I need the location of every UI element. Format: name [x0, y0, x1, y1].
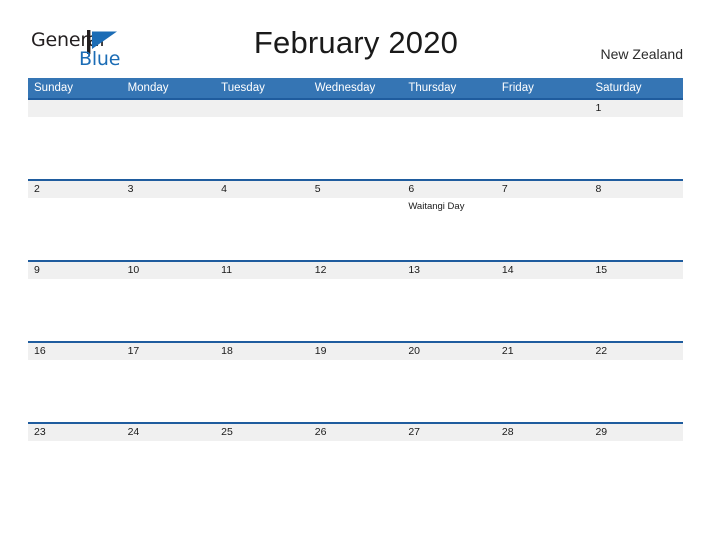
- day-number[interactable]: 25: [215, 424, 309, 441]
- week-date-band: 16 17 18 19 20 21 22: [28, 343, 683, 360]
- week-event-band: Waitangi Day: [28, 198, 683, 260]
- day-event: [122, 198, 216, 260]
- day-number[interactable]: [496, 100, 590, 117]
- day-number[interactable]: 7: [496, 181, 590, 198]
- day-event: [589, 441, 683, 503]
- day-event: [309, 198, 403, 260]
- day-number[interactable]: 15: [589, 262, 683, 279]
- day-event: [28, 198, 122, 260]
- day-number[interactable]: [28, 100, 122, 117]
- day-event: [28, 117, 122, 179]
- calendar-grid: Sunday Monday Tuesday Wednesday Thursday…: [28, 78, 683, 503]
- week-row: 23 24 25 26 27 28 29: [28, 422, 683, 503]
- weekday-header-thursday: Thursday: [408, 82, 457, 94]
- day-event: [215, 360, 309, 422]
- day-event: [309, 279, 403, 341]
- day-number[interactable]: [309, 100, 403, 117]
- day-number[interactable]: 10: [122, 262, 216, 279]
- day-event: [589, 198, 683, 260]
- week-row: 1: [28, 98, 683, 179]
- day-number[interactable]: 19: [309, 343, 403, 360]
- day-event: [28, 360, 122, 422]
- day-number[interactable]: 21: [496, 343, 590, 360]
- day-event-waitangi-day: Waitangi Day: [408, 201, 465, 212]
- week-row: 2 3 4 5 6 7 8 Waitangi Day: [28, 179, 683, 260]
- day-event: [28, 441, 122, 503]
- day-event: [496, 441, 590, 503]
- day-event: [309, 117, 403, 179]
- day-event: [122, 360, 216, 422]
- weekday-header-saturday: Saturday: [595, 82, 642, 94]
- calendar-page: General Blue February 2020 New Zealand S…: [0, 0, 712, 550]
- day-event: [309, 441, 403, 503]
- week-date-band: 23 24 25 26 27 28 29: [28, 424, 683, 441]
- day-event: [28, 279, 122, 341]
- week-date-band: 9 10 11 12 13 14 15: [28, 262, 683, 279]
- day-number[interactable]: 12: [309, 262, 403, 279]
- page-header: General Blue February 2020 New Zealand: [0, 0, 712, 78]
- day-number[interactable]: [215, 100, 309, 117]
- day-number[interactable]: 18: [215, 343, 309, 360]
- day-number[interactable]: 23: [28, 424, 122, 441]
- day-number[interactable]: 4: [215, 181, 309, 198]
- day-event: [309, 360, 403, 422]
- day-number[interactable]: 2: [28, 181, 122, 198]
- region-label: New Zealand: [600, 46, 684, 62]
- day-event: [496, 279, 590, 341]
- weekday-header-sunday: Sunday: [34, 82, 74, 94]
- day-event: [496, 117, 590, 179]
- day-number[interactable]: 26: [309, 424, 403, 441]
- day-number[interactable]: 29: [589, 424, 683, 441]
- day-event: [589, 360, 683, 422]
- day-number[interactable]: 28: [496, 424, 590, 441]
- day-event: [589, 117, 683, 179]
- day-number[interactable]: 14: [496, 262, 590, 279]
- day-number[interactable]: 5: [309, 181, 403, 198]
- day-number[interactable]: 20: [402, 343, 496, 360]
- day-number[interactable]: 11: [215, 262, 309, 279]
- day-event: [496, 360, 590, 422]
- day-number[interactable]: 24: [122, 424, 216, 441]
- weekday-header-tuesday: Tuesday: [221, 82, 265, 94]
- day-number[interactable]: [122, 100, 216, 117]
- day-event: [496, 198, 590, 260]
- day-number[interactable]: 27: [402, 424, 496, 441]
- week-event-band: [28, 279, 683, 341]
- day-number[interactable]: [402, 100, 496, 117]
- day-event: [402, 360, 496, 422]
- day-number[interactable]: 9: [28, 262, 122, 279]
- week-event-band: [28, 117, 683, 179]
- day-number[interactable]: 16: [28, 343, 122, 360]
- day-number[interactable]: 3: [122, 181, 216, 198]
- weekday-header-wednesday: Wednesday: [314, 82, 376, 94]
- day-event: [402, 279, 496, 341]
- week-date-band: 2 3 4 5 6 7 8: [28, 181, 683, 198]
- day-number[interactable]: 13: [402, 262, 496, 279]
- day-number[interactable]: 17: [122, 343, 216, 360]
- day-number[interactable]: 6: [402, 181, 496, 198]
- weekday-header-monday: Monday: [127, 82, 169, 94]
- day-event: [589, 279, 683, 341]
- week-event-band: [28, 441, 683, 503]
- day-event: [402, 117, 496, 179]
- day-event: [122, 279, 216, 341]
- day-event: [215, 279, 309, 341]
- day-event: [122, 441, 216, 503]
- day-event: [215, 198, 309, 260]
- day-event: [402, 441, 496, 503]
- week-date-band: 1: [28, 100, 683, 117]
- week-event-band: [28, 360, 683, 422]
- day-event: [122, 117, 216, 179]
- day-number[interactable]: 22: [589, 343, 683, 360]
- day-number[interactable]: 8: [589, 181, 683, 198]
- day-event: [215, 117, 309, 179]
- weekday-header-row: Sunday Monday Tuesday Wednesday Thursday…: [28, 78, 683, 98]
- week-row: 16 17 18 19 20 21 22: [28, 341, 683, 422]
- day-event: [215, 441, 309, 503]
- week-row: 9 10 11 12 13 14 15: [28, 260, 683, 341]
- day-number[interactable]: 1: [589, 100, 683, 117]
- weekday-header-friday: Friday: [501, 82, 534, 94]
